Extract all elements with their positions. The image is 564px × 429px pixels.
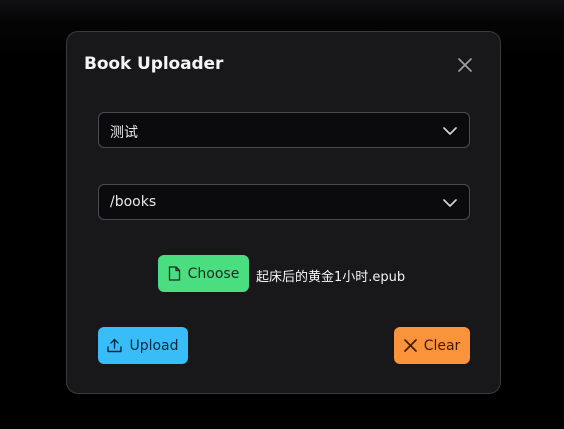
chevron-down-icon bbox=[443, 127, 457, 135]
upload-button[interactable]: Upload bbox=[98, 327, 188, 364]
dialog-title: Book Uploader bbox=[84, 54, 224, 74]
chevron-down-icon bbox=[443, 199, 457, 207]
book-uploader-dialog: Book Uploader 测试 /books Choose 起床后的黄金1小时… bbox=[66, 31, 501, 394]
close-button[interactable] bbox=[455, 55, 475, 75]
close-icon bbox=[458, 58, 472, 72]
selected-file-name: 起床后的黄金1小时.epub bbox=[256, 270, 406, 285]
choose-file-label: Choose bbox=[187, 265, 240, 282]
upload-icon bbox=[107, 338, 123, 353]
library-select-value: 测试 bbox=[110, 125, 138, 141]
path-select-value: /books bbox=[110, 194, 157, 210]
upload-label: Upload bbox=[129, 337, 179, 354]
x-icon bbox=[403, 339, 417, 352]
path-select[interactable]: /books bbox=[98, 184, 470, 220]
clear-label: Clear bbox=[423, 337, 461, 354]
clear-button[interactable]: Clear bbox=[394, 327, 470, 364]
file-icon bbox=[168, 266, 180, 281]
choose-file-button[interactable]: Choose bbox=[158, 255, 249, 292]
library-select[interactable]: 测试 bbox=[98, 112, 470, 148]
